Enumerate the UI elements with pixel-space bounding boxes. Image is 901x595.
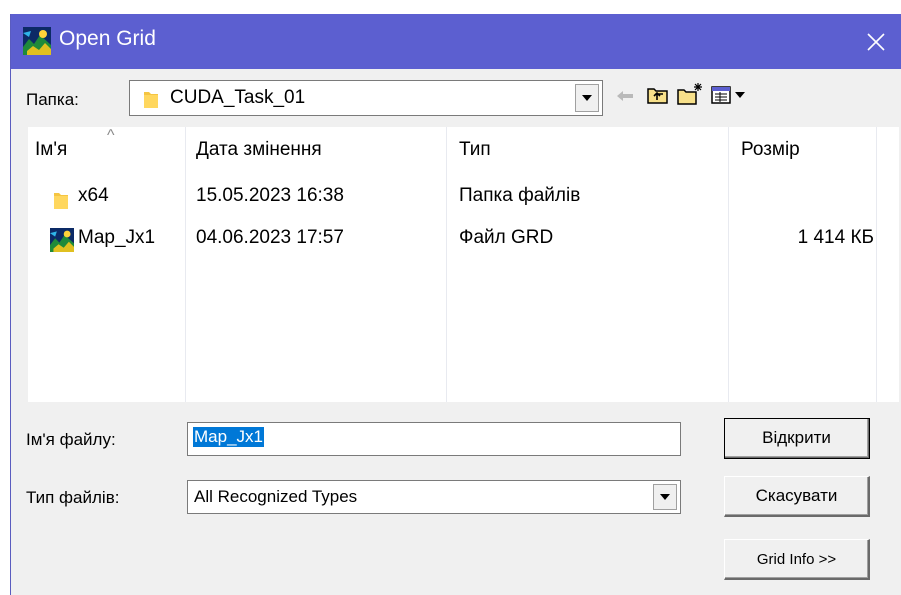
grid-info-button[interactable]: Grid Info >> [724,539,870,580]
open-grid-dialog: Open Grid Папка: CUDA_Task_01 Ім'я ^ Дат… [10,14,901,595]
column-header-date[interactable]: Дата змінення [196,139,322,161]
file-type: Файл GRD [459,227,554,248]
file-type-dropdown-button[interactable] [653,484,677,510]
file-type: Папка файлів [459,185,581,206]
column-divider [185,127,186,402]
back-arrow-icon[interactable] [614,84,636,108]
file-type-value: All Recognized Types [194,487,358,506]
sort-ascending-icon: ^ [107,127,115,144]
column-divider [446,127,447,402]
chevron-down-icon [582,95,592,101]
grid-file-icon [50,228,74,257]
new-folder-icon[interactable] [675,80,705,108]
file-name-input[interactable]: Map_Jx1 [187,422,681,456]
close-icon [867,32,885,51]
list-item[interactable]: x64 15.05.2023 16:38 Папка файлів [28,183,888,213]
folder-icon [52,189,70,216]
view-menu-icon[interactable] [709,82,749,108]
file-size: 1 414 КБ [797,227,874,248]
folder-icon [142,88,160,115]
column-divider [876,127,877,402]
file-date: 15.05.2023 16:38 [196,185,344,206]
window-title: Open Grid [59,27,156,50]
column-divider [728,127,729,402]
folder-dropdown-button[interactable] [575,84,599,112]
list-item[interactable]: Map_Jx1 04.06.2023 17:57 Файл GRD 1 414 … [28,225,888,255]
file-type-select[interactable]: All Recognized Types [187,480,681,514]
close-button[interactable] [850,14,901,69]
file-name: Map_Jx1 [78,227,156,248]
column-header-size[interactable]: Розмір [741,139,800,161]
file-name: x64 [78,185,109,206]
grid-map-icon [23,27,51,55]
chevron-down-icon [660,494,670,500]
cancel-button[interactable]: Скасувати [724,476,870,517]
column-header-name[interactable]: Ім'я [35,139,67,161]
up-one-level-icon[interactable] [645,82,671,108]
title-bar[interactable]: Open Grid [11,14,901,69]
open-button[interactable]: Відкрити [724,418,870,459]
column-header-type[interactable]: Тип [459,139,491,161]
folder-combobox[interactable]: CUDA_Task_01 [129,80,603,116]
file-date: 04.06.2023 17:57 [196,227,344,248]
current-folder-name: CUDA_Task_01 [170,87,306,108]
file-name-value: Map_Jx1 [193,427,264,447]
folder-label: Папка: [26,90,79,109]
file-type-label: Тип файлів: [26,488,120,507]
file-name-label: Ім'я файлу: [26,430,116,449]
file-list[interactable]: Ім'я ^ Дата змінення Тип Розмір x64 15.0… [28,127,899,402]
